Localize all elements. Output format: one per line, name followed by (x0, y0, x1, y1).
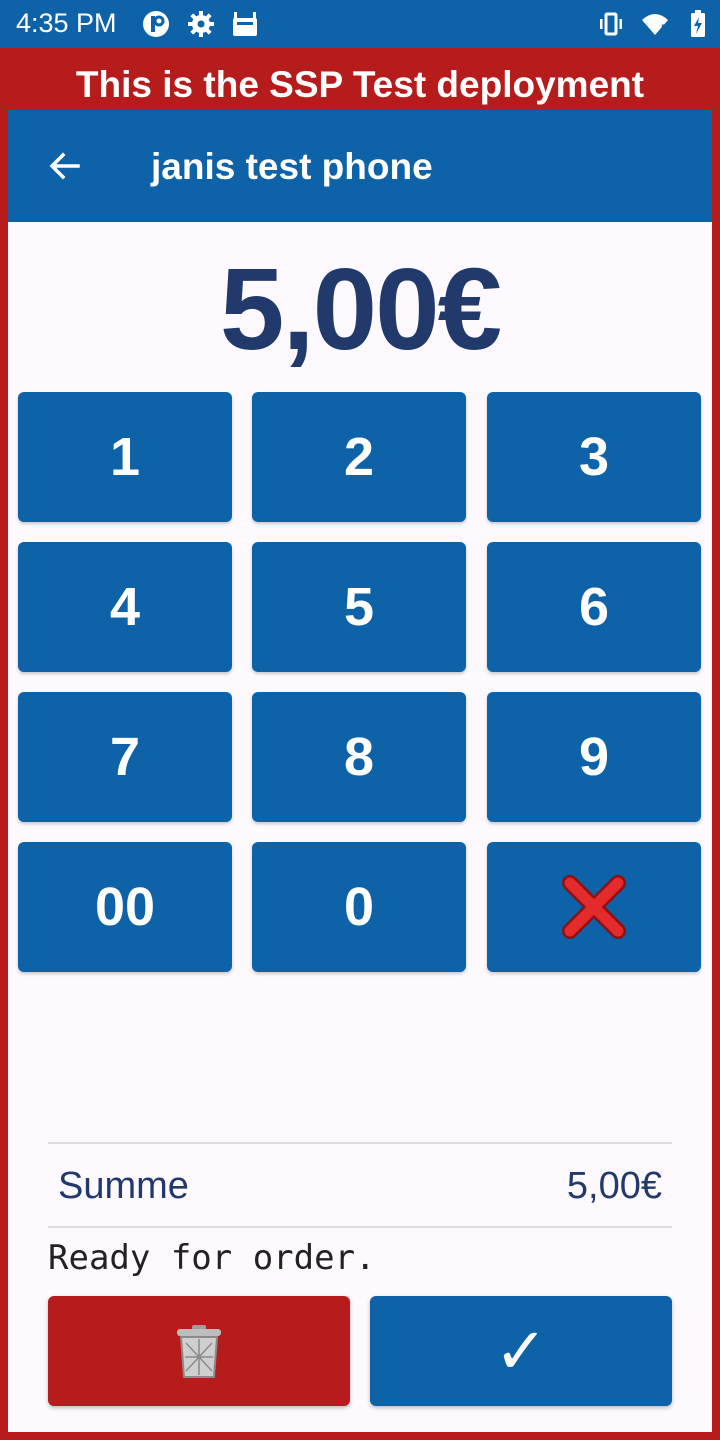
key-5[interactable]: 5 (252, 542, 466, 672)
summary-divider-bottom (48, 1226, 672, 1228)
key-00[interactable]: 00 (18, 842, 232, 972)
page-title: janis test phone (151, 146, 433, 187)
android-debug-icon (233, 12, 257, 36)
key-8[interactable]: 8 (252, 692, 466, 822)
amount-display: 5,00€ (219, 244, 502, 374)
confirm-order-button[interactable]: ✓ (370, 1296, 672, 1406)
key-2[interactable]: 2 (252, 392, 466, 522)
key-9[interactable]: 9 (487, 692, 701, 822)
key-7[interactable]: 7 (18, 692, 232, 822)
status-time: 4:35 PM (16, 8, 117, 38)
key-6[interactable]: 6 (487, 542, 701, 672)
key-3[interactable]: 3 (487, 392, 701, 522)
deployment-banner: This is the SSP Test deployment (0, 48, 720, 110)
main-content: janis test phone 5,00€ 1 2 3 4 5 6 7 8 9… (8, 110, 712, 1432)
key-0[interactable]: 0 (252, 842, 466, 972)
back-button[interactable] (36, 138, 92, 194)
summary-label: Summe (58, 1165, 189, 1207)
battery-charging-icon (691, 10, 705, 37)
vibrate-icon (600, 12, 622, 36)
summary-divider-top (48, 1142, 672, 1144)
order-status-text: Ready for order. (48, 1238, 376, 1278)
arrow-left-icon (49, 152, 80, 180)
trash-icon (177, 1325, 221, 1378)
status-bar: 4:35 PM 5 (0, 0, 720, 48)
key-4[interactable]: 4 (18, 542, 232, 672)
network-type-label: 5 (661, 22, 668, 36)
app-notification-icon (143, 11, 169, 37)
summary-value: 5,00€ (566, 1165, 662, 1207)
red-cross-icon (562, 875, 626, 939)
delete-key[interactable] (487, 842, 701, 972)
key-1[interactable]: 1 (18, 392, 232, 522)
clear-order-button[interactable] (48, 1296, 350, 1406)
gear-icon (188, 11, 214, 37)
app-bar: janis test phone (8, 110, 712, 222)
